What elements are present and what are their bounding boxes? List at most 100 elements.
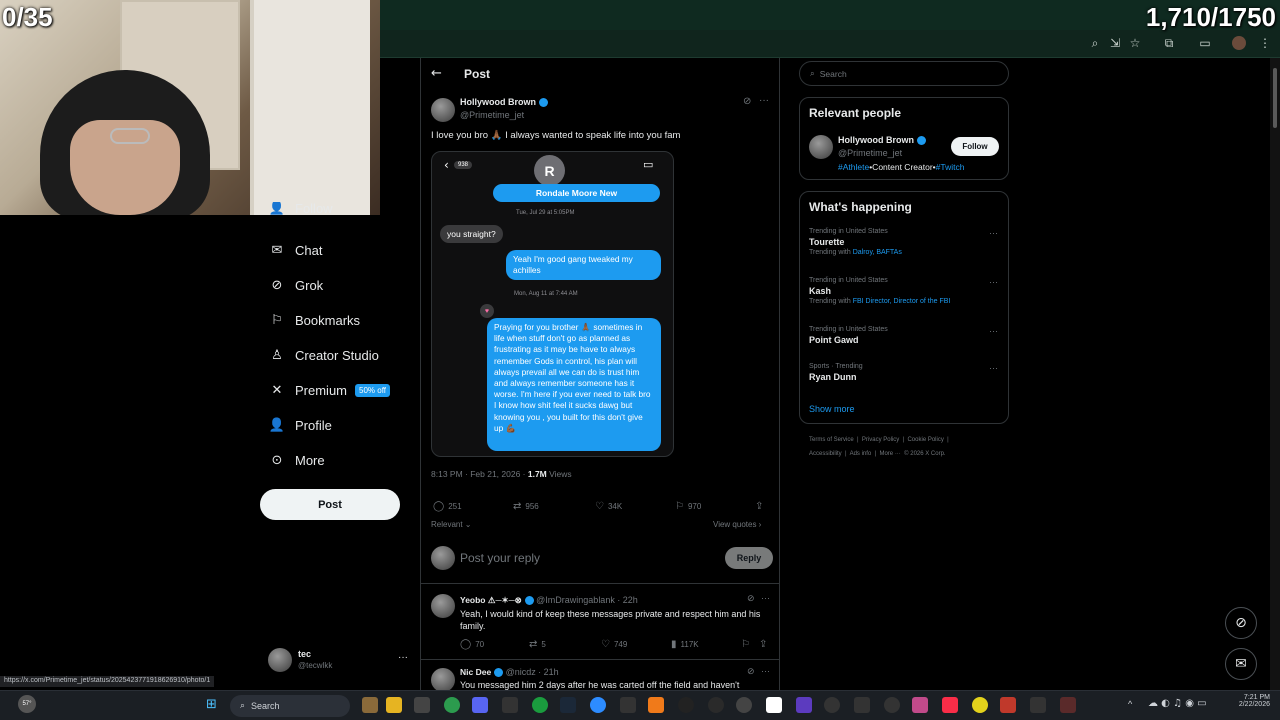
grok-icon[interactable]: ⊘ (743, 96, 751, 107)
more-dots-icon[interactable]: ··· (989, 228, 998, 238)
music-icon[interactable] (942, 697, 958, 713)
share-icon[interactable]: ⇪ (759, 639, 767, 650)
profile-avatar-icon[interactable] (1232, 36, 1246, 50)
more-dots-icon[interactable]: ··· (989, 326, 998, 336)
app-icon[interactable] (766, 697, 782, 713)
author-avatar[interactable] (431, 98, 455, 122)
app-icon[interactable] (678, 697, 694, 713)
footer-links[interactable]: Accessibility | Ads info | More ··· © 20… (809, 451, 946, 457)
xbox-icon[interactable] (532, 697, 548, 713)
app-icon[interactable] (590, 697, 606, 713)
repost-count[interactable]: ⇄ 956 (513, 501, 539, 512)
clock[interactable]: 7:21 PM 2/22/2026 (1226, 694, 1270, 708)
more-dots-icon[interactable]: ··· (989, 363, 998, 373)
messages-float-icon[interactable]: ✉ (1225, 648, 1257, 680)
more-dots-icon[interactable]: ··· (759, 95, 769, 106)
app-icon[interactable] (824, 697, 840, 713)
trend-item[interactable]: Sports · Trending Ryan Dunn (809, 363, 863, 382)
reply-count[interactable]: ◯ 70 (460, 639, 484, 650)
share-icon[interactable]: ⇪ (755, 501, 763, 512)
split-view-icon[interactable]: ▭ (1198, 36, 1212, 50)
reply-item[interactable]: Nic Dee @nicdz · 21h ⊘ ··· You messaged … (421, 664, 779, 690)
more-dots-icon[interactable]: ··· (761, 666, 770, 676)
like-count[interactable]: ♡ 34K (595, 501, 622, 512)
person-name[interactable]: Hollywood Brown (838, 135, 926, 146)
app-icon[interactable] (1000, 697, 1016, 713)
footer-links[interactable]: Terms of Service | Privacy Policy | Cook… (809, 437, 949, 443)
post-image[interactable]: ‹ 938 R ▭ Rondale Moore New Tue, Jul 29 … (431, 151, 674, 457)
install-icon[interactable]: ⇲ (1108, 36, 1122, 50)
sidebar-item-bookmarks[interactable]: ⚐ Bookmarks (268, 306, 360, 334)
sidebar-item-premium[interactable]: ✕ Premium 50% off (268, 376, 390, 404)
app-icon[interactable] (912, 697, 928, 713)
bookmark-count[interactable]: ⚐ 970 (675, 501, 701, 512)
grok-icon[interactable]: ⊘ (747, 594, 755, 604)
view-quotes-link[interactable]: View quotes › (713, 520, 761, 529)
settings-icon[interactable] (708, 697, 724, 713)
reply-input[interactable]: Post your reply (460, 551, 540, 565)
app-icon[interactable] (620, 697, 636, 713)
sidebar-item-chat[interactable]: ✉ Chat (268, 236, 323, 264)
reply-count[interactable]: ◯ 251 (433, 501, 462, 512)
sidebar-item-profile[interactable]: 👤 Profile (268, 411, 332, 439)
author-handle[interactable]: @Primetime_jet (460, 110, 524, 120)
menu-kebab-icon[interactable]: ⋮ (1258, 36, 1272, 50)
sidebar-item-creator-studio[interactable]: ♙ Creator Studio (268, 341, 379, 369)
sidebar-item-label: Profile (295, 417, 332, 433)
like-count[interactable]: ♡ 749 (601, 639, 627, 650)
app-icon[interactable] (362, 697, 378, 713)
reply-button[interactable]: Reply (725, 547, 773, 569)
folder-icon[interactable] (386, 697, 402, 713)
search-input[interactable]: ⌕ Search (799, 61, 1009, 86)
zoom-icon[interactable]: ⌕ (1088, 36, 1102, 50)
app-icon[interactable] (1030, 697, 1046, 713)
sidebar-item-grok[interactable]: ⊘ Grok (268, 271, 324, 299)
scrollbar[interactable] (1270, 58, 1280, 690)
steam-icon[interactable] (560, 697, 576, 713)
weather-icon[interactable]: 57° (18, 695, 36, 713)
chevron-up-icon[interactable]: ^ (1128, 699, 1132, 709)
discord-icon[interactable] (472, 697, 488, 713)
app-icon[interactable] (796, 697, 812, 713)
more-dots-icon[interactable]: ··· (989, 277, 998, 287)
obs-icon[interactable] (736, 697, 752, 713)
sidebar-item-follow[interactable]: 👤 Follow (268, 202, 333, 216)
premium-discount-badge: 50% off (355, 383, 390, 397)
app-icon[interactable] (1060, 697, 1076, 713)
app-icon[interactable] (884, 697, 900, 713)
star-icon[interactable]: ☆ (1128, 36, 1142, 50)
trend-item[interactable]: Trending in United States Point Gawd (809, 326, 888, 345)
grok-float-icon[interactable]: ⊘ (1225, 607, 1257, 639)
follow-button[interactable]: Follow (951, 137, 999, 156)
system-tray-icons[interactable]: ☁ ◐ ♫ ◉ ▭ (1148, 698, 1207, 709)
app-icon[interactable] (414, 697, 430, 713)
sort-dropdown[interactable]: Relevant ⌄ (431, 520, 472, 529)
account-switcher[interactable]: tec @tecwlkk ··· (268, 646, 408, 676)
app-icon[interactable] (502, 697, 518, 713)
relevant-people-panel: Relevant people Hollywood Brown @Primeti… (799, 97, 1009, 180)
taskbar-search[interactable]: ⌕ Search (230, 695, 350, 717)
post-button[interactable]: Post (260, 489, 400, 520)
repost-count[interactable]: ⇄ 5 (529, 639, 546, 650)
grok-icon[interactable]: ⊘ (747, 667, 755, 677)
app-icon[interactable] (854, 697, 870, 713)
avatar[interactable] (809, 135, 833, 159)
scrollbar-thumb[interactable] (1273, 68, 1277, 128)
back-arrow-icon[interactable]: ← (431, 66, 442, 81)
trend-item[interactable]: Trending in United States Tourette Trend… (809, 228, 902, 256)
reply-item[interactable]: Yeobo ⚠︎─✶─⊗ @ImDrawingablank · 22h ⊘ ··… (421, 590, 779, 654)
trend-item[interactable]: Trending in United States Kash Trending … (809, 277, 950, 305)
windows-start-icon[interactable]: ⊞ (206, 698, 220, 712)
author-name[interactable]: Hollywood Brown (460, 97, 548, 108)
app-icon[interactable] (648, 697, 664, 713)
app-icon[interactable] (972, 697, 988, 713)
more-circle-icon: ⊙ (271, 452, 283, 468)
extensions-icon[interactable]: ⧉ (1162, 36, 1176, 50)
views-count[interactable]: ▮ 117K (671, 639, 699, 650)
counter-right: 1,710/1750 (1145, 2, 1276, 32)
show-more-link[interactable]: Show more (809, 404, 855, 414)
more-dots-icon[interactable]: ··· (761, 593, 770, 603)
bookmark-icon[interactable]: ⚐ (741, 639, 750, 650)
chrome-icon[interactable] (444, 697, 460, 713)
sidebar-item-more[interactable]: ⊙ More (268, 446, 325, 474)
